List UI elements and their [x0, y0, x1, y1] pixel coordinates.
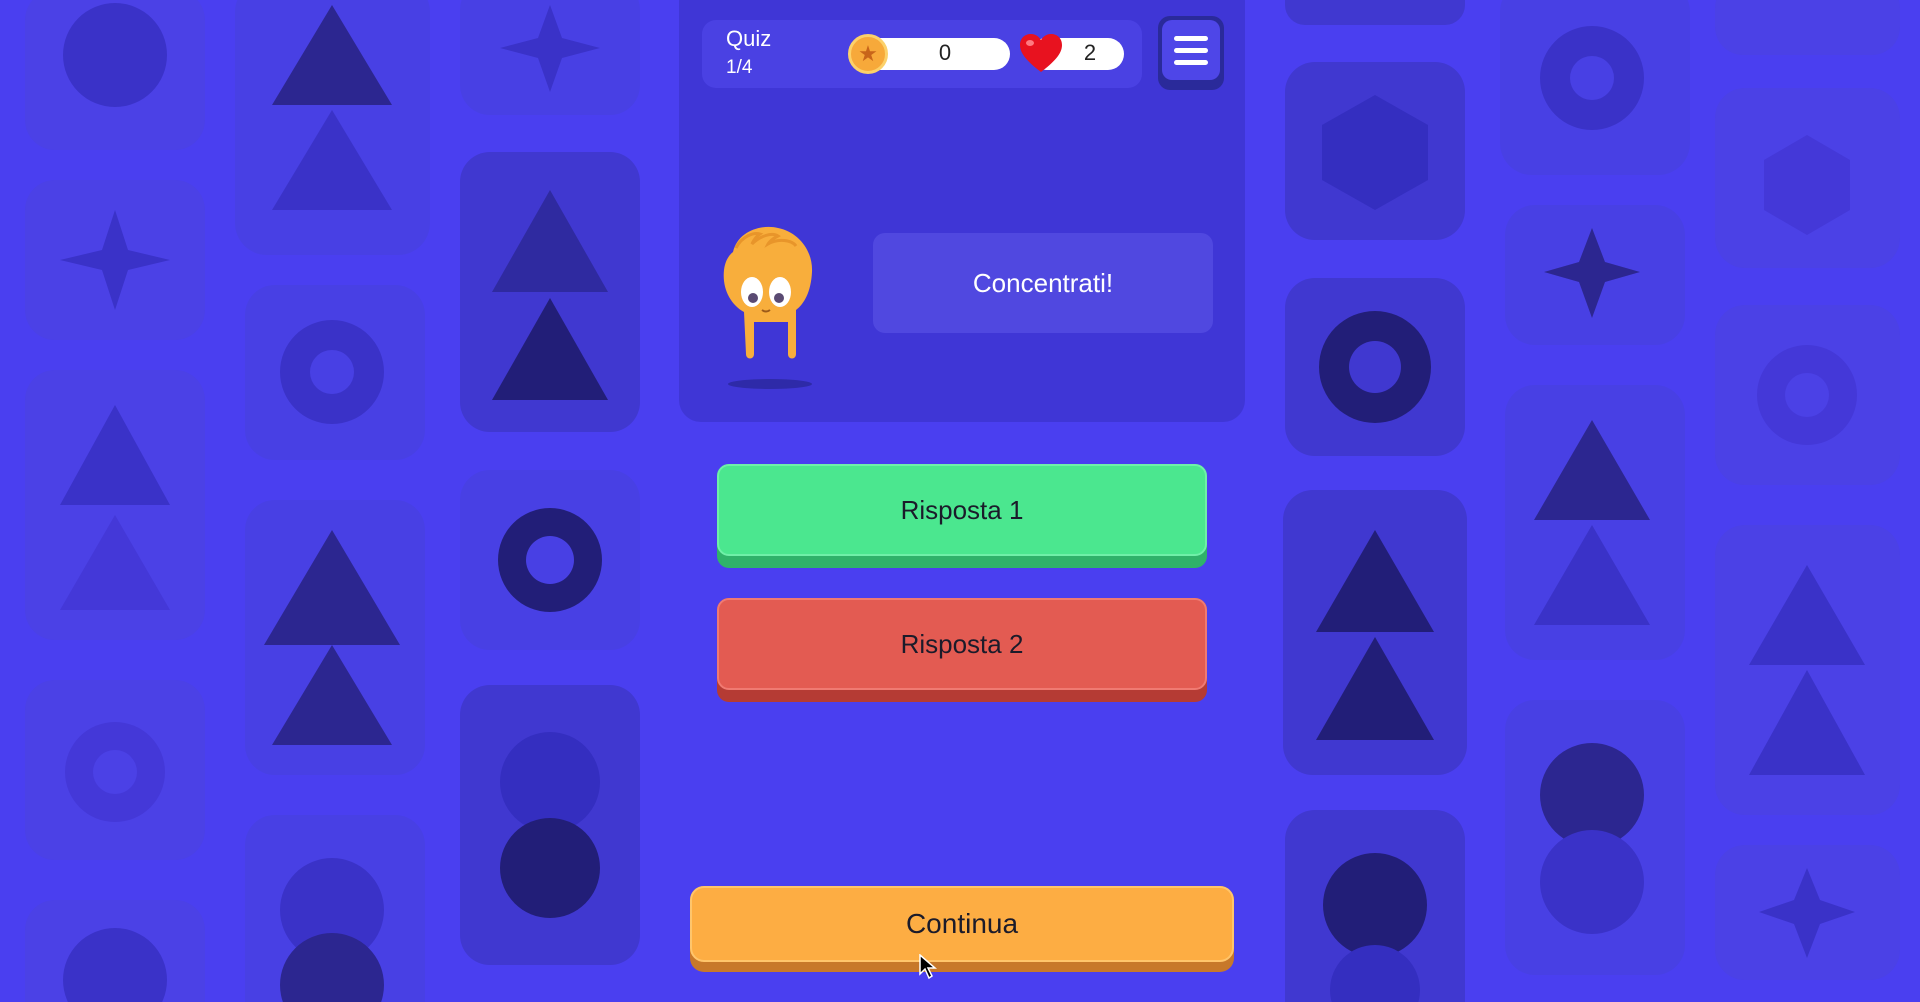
heart-icon [1020, 34, 1062, 72]
hamburger-menu-icon [1162, 20, 1220, 80]
answer-2-button[interactable]: Risposta 2 [717, 598, 1207, 702]
answer-1-label: Risposta 1 [717, 464, 1207, 556]
quiz-progress: 1/4 [726, 57, 753, 78]
continue-button[interactable]: Continua [690, 886, 1234, 972]
mascot-speech-bubble: Concentrati! [873, 233, 1213, 333]
mouse-cursor-icon [919, 954, 938, 980]
coin-count: 0 [938, 40, 952, 65]
answer-1-button[interactable]: Risposta 1 [717, 464, 1207, 568]
mascot-character [723, 226, 813, 389]
continue-label: Continua [690, 886, 1234, 962]
menu-button[interactable] [1158, 16, 1224, 90]
quiz-title: Quiz [726, 26, 772, 51]
star-coin-icon: ★ [848, 34, 888, 74]
answer-2-label: Risposta 2 [717, 598, 1207, 690]
lives-count: 2 [1083, 40, 1097, 65]
